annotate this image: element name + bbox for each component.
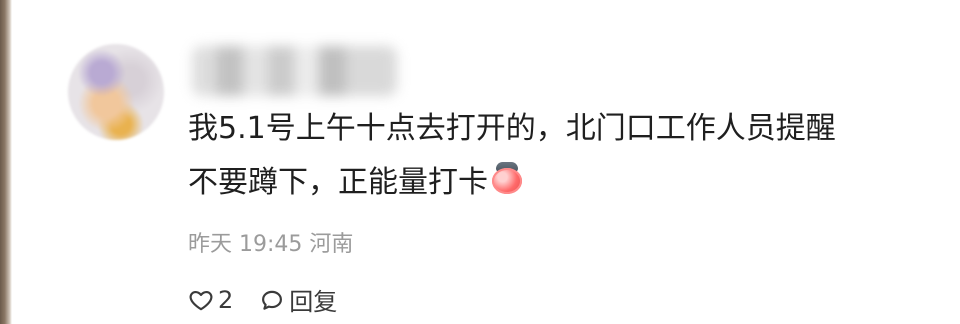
- username-blurred[interactable]: [192, 46, 397, 96]
- comment-content: 我5.1号上午十点去打开的，北门口工作人员提醒 不要蹲下，正能量打卡: [188, 102, 948, 210]
- reply-label: 回复: [289, 288, 338, 316]
- comment-line-2-text: 不要蹲下，正能量打卡: [188, 165, 488, 200]
- emoji-face-icon: [490, 162, 524, 196]
- comment-line-1: 我5.1号上午十点去打开的，北门口工作人员提醒: [188, 111, 836, 146]
- left-edge-decoration: [0, 0, 12, 324]
- comment-actions: 2 回复: [188, 282, 337, 317]
- like-button[interactable]: 2: [188, 286, 233, 314]
- heart-outline-icon: [188, 287, 214, 313]
- comment-meta: 昨天 19:45 河南: [188, 232, 354, 257]
- speech-bubble-icon: [259, 287, 285, 313]
- comment-line-2: 不要蹲下，正能量打卡: [188, 156, 948, 210]
- avatar[interactable]: [68, 44, 164, 140]
- like-count: 2: [218, 285, 234, 314]
- reply-button[interactable]: 回复: [259, 282, 337, 317]
